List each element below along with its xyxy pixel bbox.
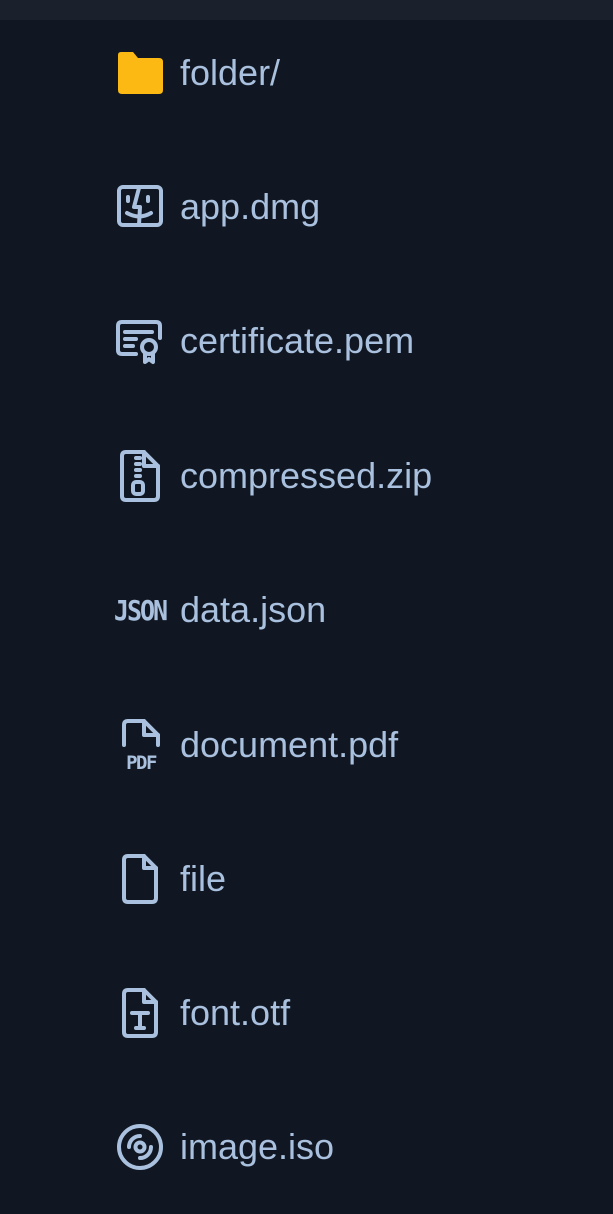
file-row-certificate-pem[interactable]: certificate.pem <box>0 274 613 408</box>
certificate-icon <box>110 314 170 368</box>
font-file-icon <box>110 986 170 1040</box>
file-icon <box>110 852 170 906</box>
file-row-file[interactable]: file <box>0 812 613 946</box>
pdf-icon-label: PDF <box>126 752 157 772</box>
file-row-folder[interactable]: folder/ <box>0 6 613 140</box>
file-list: folder/ app.dmg certificate.pem compress… <box>0 20 613 1212</box>
file-name: document.pdf <box>180 724 399 765</box>
json-icon-label: JSON <box>113 594 168 626</box>
file-name: compressed.zip <box>180 455 433 496</box>
file-name: image.iso <box>180 1126 335 1167</box>
json-icon: JSON <box>110 583 170 637</box>
file-name: data.json <box>180 589 327 630</box>
folder-icon <box>110 46 170 100</box>
file-row-data-json[interactable]: JSON data.json <box>0 543 613 677</box>
file-row-font-otf[interactable]: font.otf <box>0 946 613 1080</box>
file-name: folder/ <box>180 52 281 93</box>
file-name: certificate.pem <box>180 320 415 361</box>
file-row-image-iso[interactable]: image.iso <box>0 1080 613 1214</box>
finder-icon <box>110 180 170 234</box>
zip-file-icon <box>110 449 170 503</box>
file-name: file <box>180 858 227 899</box>
file-row-document-pdf[interactable]: PDF document.pdf <box>0 678 613 812</box>
pdf-file-icon: PDF <box>110 718 170 772</box>
file-row-app-dmg[interactable]: app.dmg <box>0 140 613 274</box>
file-name: app.dmg <box>180 186 321 227</box>
file-name: font.otf <box>180 992 291 1033</box>
file-row-compressed-zip[interactable]: compressed.zip <box>0 409 613 543</box>
disc-icon <box>110 1120 170 1174</box>
